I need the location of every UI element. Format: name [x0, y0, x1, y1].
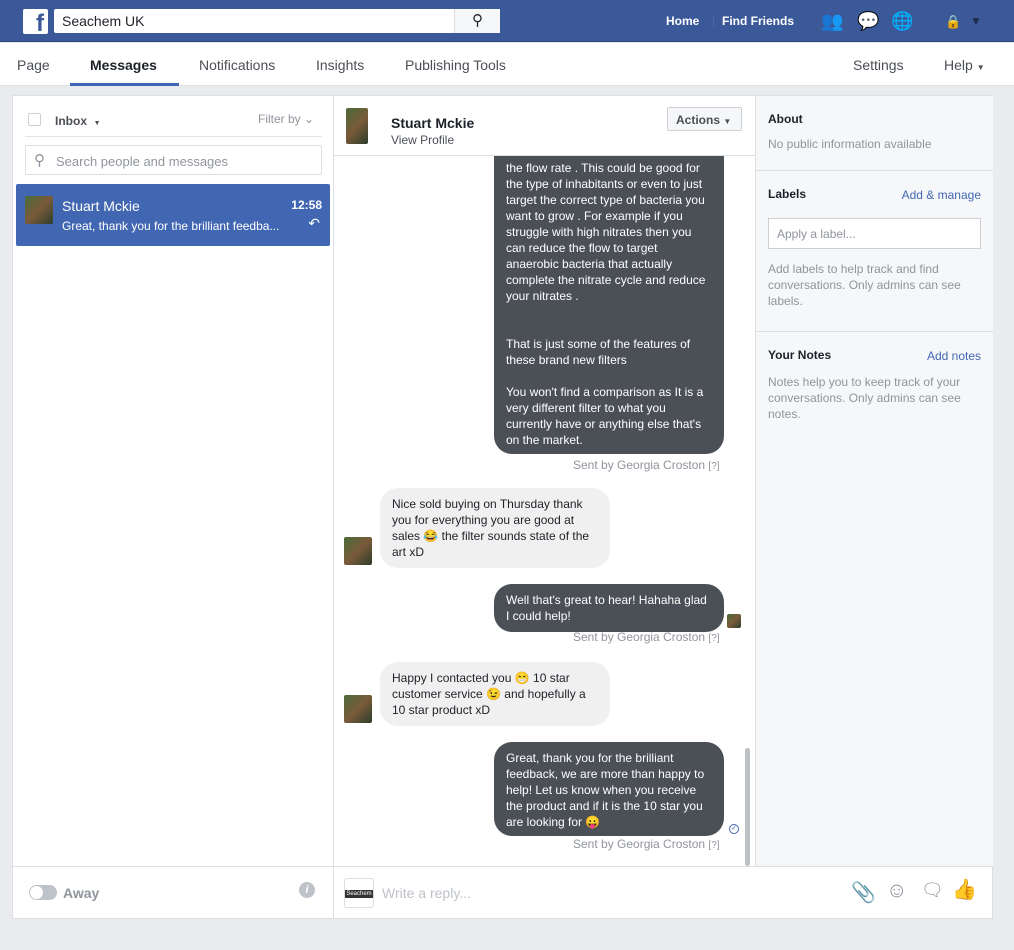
- messages-panel: Inbox ▼ Filter by ⌄ ⚲ Search people and …: [12, 95, 993, 919]
- apply-label-input[interactable]: Apply a label...: [768, 218, 981, 249]
- sent-by-label: Sent by Georgia Croston [?]: [573, 630, 720, 644]
- seen-avatar: [727, 614, 741, 628]
- view-profile-link[interactable]: View Profile: [391, 133, 454, 147]
- avatar[interactable]: [346, 108, 368, 144]
- friend-requests-icon[interactable]: 👥: [821, 11, 843, 32]
- emoji-icon[interactable]: ☺: [886, 879, 907, 903]
- sent-by-label: Sent by Georgia Croston [?]: [573, 458, 720, 472]
- search-icon[interactable]: ⚲: [454, 9, 500, 33]
- search-icon: ⚲: [34, 152, 45, 169]
- away-label: Away: [63, 885, 100, 901]
- account-menu-chevron-icon[interactable]: ▼: [970, 14, 982, 28]
- delivered-check-icon: ✓: [729, 824, 739, 834]
- inbox-label: Inbox: [55, 114, 87, 128]
- privacy-lock-icon[interactable]: 🔒: [945, 14, 961, 30]
- nav-find-friends[interactable]: Find Friends: [713, 14, 794, 28]
- tab-notifications[interactable]: Notifications: [199, 57, 275, 73]
- search-input[interactable]: Seachem UK: [62, 13, 144, 29]
- details-column: About No public information available La…: [755, 96, 993, 866]
- actions-button[interactable]: Actions ▼: [667, 107, 742, 131]
- page-avatar: Seachem: [344, 878, 374, 908]
- tab-insights[interactable]: Insights: [316, 57, 364, 73]
- add-manage-labels-link[interactable]: Add & manage: [902, 188, 981, 202]
- actions-label: Actions: [676, 113, 721, 127]
- tab-messages[interactable]: Messages: [90, 57, 157, 73]
- labels-section: Labels Add & manage Apply a label... Add…: [756, 171, 993, 332]
- globe-icon[interactable]: 🌐: [891, 11, 913, 32]
- reply-input[interactable]: Write a reply...: [382, 885, 471, 901]
- attachment-icon[interactable]: 📎: [851, 880, 876, 905]
- avatar: [344, 695, 372, 723]
- help-label: Help: [944, 57, 973, 73]
- conversation-name: Stuart Mckie: [62, 198, 140, 214]
- about-title: About: [768, 112, 803, 126]
- notes-help: Notes help you to keep track of your con…: [768, 375, 961, 421]
- scrollbar[interactable]: [745, 748, 750, 866]
- filter-by-dropdown[interactable]: Filter by ⌄: [258, 112, 314, 126]
- inbox-column: Inbox ▼ Filter by ⌄ ⚲ Search people and …: [13, 96, 334, 918]
- chevron-down-icon: ⌄: [304, 112, 315, 126]
- labels-help: Add labels to help track and find conver…: [768, 262, 961, 308]
- contact-name[interactable]: Stuart Mckie: [391, 115, 474, 131]
- conversation-time: 12:58: [291, 198, 322, 212]
- replied-icon: ↶: [308, 215, 320, 231]
- tab-settings[interactable]: Settings: [853, 57, 904, 73]
- add-notes-link[interactable]: Add notes: [927, 349, 981, 363]
- filter-label: Filter by: [258, 112, 301, 126]
- notes-section: Your Notes Add notes Notes help you to k…: [756, 332, 993, 438]
- global-search[interactable]: Seachem UK ⚲: [54, 9, 500, 33]
- message-bubble-outgoing: the flow rate . This could be good for t…: [494, 126, 724, 454]
- active-tab-indicator: [70, 83, 179, 86]
- about-section: About No public information available: [756, 96, 993, 171]
- message-bubble-incoming: Happy I contacted you 😁 10 star customer…: [380, 662, 610, 726]
- conversation-header: Stuart Mckie View Profile Actions ▼: [334, 96, 755, 156]
- about-text: No public information available: [768, 137, 932, 151]
- chevron-down-icon: ▼: [93, 120, 101, 127]
- inbox-search[interactable]: ⚲ Search people and messages: [25, 145, 322, 175]
- info-icon[interactable]: i: [299, 882, 315, 898]
- avatar: [344, 537, 372, 565]
- select-all-checkbox[interactable]: [28, 113, 41, 126]
- avatar: [25, 196, 53, 224]
- chevron-down-icon: ▼: [976, 63, 985, 72]
- messages-icon[interactable]: 💬: [857, 11, 879, 32]
- search-input-placeholder[interactable]: Search people and messages: [56, 154, 228, 169]
- top-bar: f Seachem UK ⚲ Home Find Friends 👥 💬 🌐 🔒…: [0, 0, 1014, 42]
- sent-by-label: Sent by Georgia Croston [?]: [573, 837, 720, 851]
- away-toggle[interactable]: [29, 885, 57, 900]
- chevron-down-icon: ▼: [723, 117, 732, 126]
- conversation-item[interactable]: Stuart Mckie 12:58 Great, thank you for …: [16, 184, 330, 246]
- page-tabs: Page Messages Notifications Insights Pub…: [0, 43, 1014, 86]
- message-bubble-outgoing: Well that's great to hear! Hahaha glad I…: [494, 584, 724, 632]
- reply-composer: Seachem Write a reply... 📎 ☺ 🗨 👍: [334, 866, 993, 918]
- like-icon[interactable]: 👍: [952, 877, 977, 902]
- message-bubble-outgoing: Great, thank you for the brilliant feedb…: [494, 742, 724, 836]
- sticker-icon[interactable]: 🗨: [921, 880, 944, 901]
- tab-page[interactable]: Page: [17, 57, 50, 73]
- conversation-column: Stuart Mckie View Profile Actions ▼ the …: [334, 96, 755, 866]
- facebook-logo[interactable]: f: [23, 9, 48, 34]
- nav-home[interactable]: Home: [666, 14, 699, 28]
- conversation-snippet: Great, thank you for the brilliant feedb…: [62, 219, 280, 233]
- tab-publishing-tools[interactable]: Publishing Tools: [405, 57, 506, 73]
- message-bubble-incoming: Nice sold buying on Thursday thank you f…: [380, 488, 610, 568]
- inbox-dropdown[interactable]: Inbox ▼: [55, 114, 101, 128]
- tab-help[interactable]: Help ▼: [944, 57, 985, 73]
